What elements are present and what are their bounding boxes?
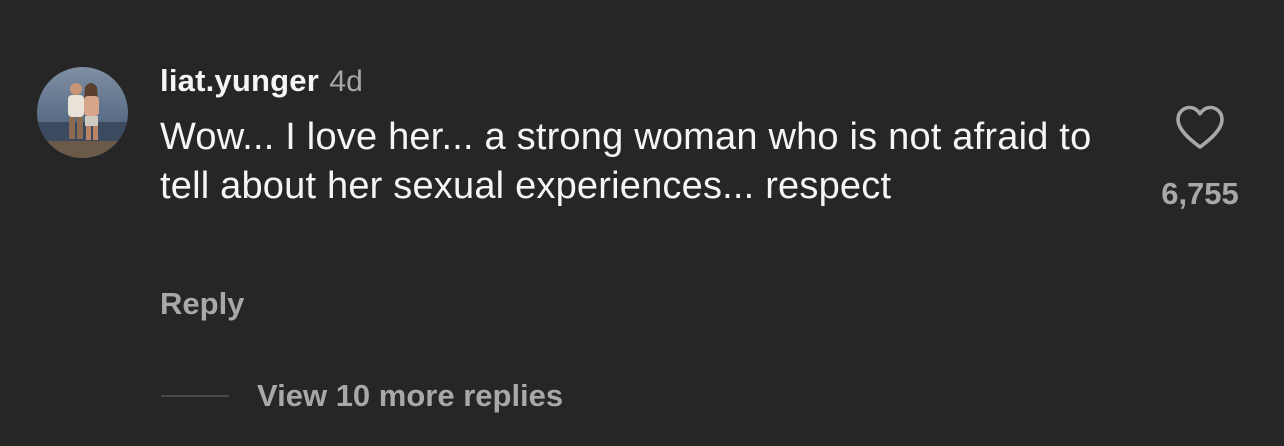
avatar[interactable]: [37, 67, 128, 158]
like-count: 6,755: [1161, 176, 1239, 211]
replies-divider-line: [161, 395, 229, 397]
reply-button[interactable]: Reply: [160, 283, 244, 325]
comment-header: liat.yunger 4d: [160, 60, 363, 108]
username-link[interactable]: liat.yunger: [160, 63, 319, 98]
comment-timestamp: 4d: [329, 65, 363, 98]
like-button[interactable]: [1174, 103, 1226, 151]
avatar-photo: [37, 67, 128, 158]
heart-outline-icon: [1176, 105, 1224, 149]
view-more-replies-button[interactable]: View 10 more replies: [257, 375, 563, 417]
comment-text: Wow... I love her... a strong woman who …: [160, 116, 1092, 207]
